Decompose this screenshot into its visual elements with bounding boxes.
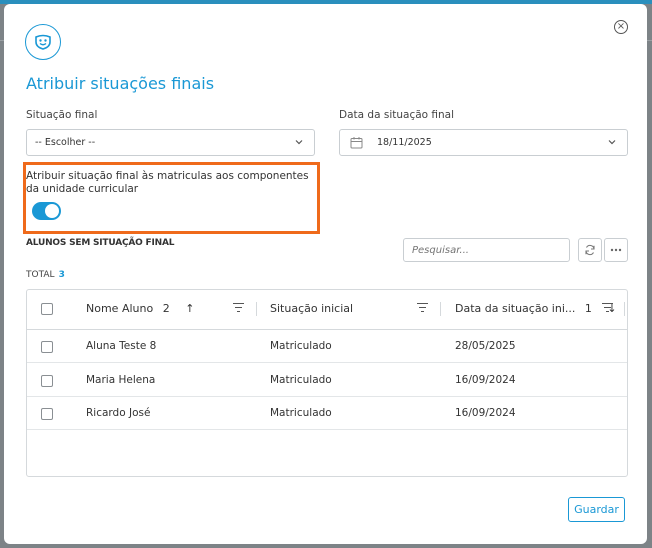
more-options-button[interactable]	[604, 238, 628, 262]
calendar-icon	[350, 137, 363, 149]
cell-situacao: Matriculado	[270, 407, 332, 419]
cell-nome: Ricardo José	[86, 407, 151, 419]
cell-situacao: Matriculado	[270, 340, 332, 352]
app-logo-icon	[25, 24, 61, 60]
total-count: TOTAL 3	[26, 270, 65, 280]
cell-nome: Maria Helena	[86, 374, 156, 386]
refresh-icon	[585, 244, 595, 256]
sort-index: 2	[162, 302, 170, 315]
sort-arrow-icon: ↑	[185, 302, 195, 315]
column-separator	[624, 302, 625, 316]
table-row[interactable]: Aluna Teste 8 Matriculado 28/05/2025	[27, 330, 627, 363]
select-all-checkbox[interactable]	[41, 303, 53, 315]
column-header-data[interactable]: Data da situação ini... 1 ↓	[455, 302, 617, 315]
cell-data: 16/09/2024	[455, 374, 516, 386]
data-situacao-final-label: Data da situação final	[339, 109, 455, 121]
modal-title: Atribuir situações finais	[26, 74, 215, 93]
toggle-label: Atribuir situação final às matriculas ao…	[26, 170, 309, 195]
column-header-nome[interactable]: Nome Aluno 2 ↑	[86, 302, 194, 315]
table-row[interactable]: Ricardo José Matriculado 16/09/2024	[27, 397, 627, 430]
toggle-knob	[45, 204, 59, 218]
data-situacao-final-field[interactable]: 18/11/2025	[339, 129, 628, 156]
chevron-down-icon	[608, 140, 616, 145]
row-checkbox[interactable]	[41, 408, 53, 420]
search-input[interactable]	[403, 238, 570, 262]
column-label: Nome Aluno	[86, 302, 154, 315]
cell-data: 28/05/2025	[455, 340, 516, 352]
section-title: ALUNOS SEM SITUAÇÃO FINAL	[26, 238, 175, 248]
situacao-final-value: -- Escolher --	[35, 137, 96, 148]
column-label: Situação inicial	[270, 302, 354, 315]
column-separator	[440, 302, 441, 316]
atribuir-componentes-toggle[interactable]	[32, 202, 61, 220]
cell-nome: Aluna Teste 8	[86, 340, 157, 352]
column-label: Data da situação ini...	[455, 302, 576, 315]
filter-icon[interactable]	[602, 303, 613, 313]
filter-icon[interactable]	[233, 303, 244, 313]
table-row[interactable]: Maria Helena Matriculado 16/09/2024	[27, 364, 627, 397]
more-icon	[610, 248, 622, 252]
row-checkbox[interactable]	[41, 341, 53, 353]
total-label: TOTAL	[26, 270, 55, 280]
modal-dialog: × Atribuir situações finais Situação fin…	[4, 4, 647, 544]
filter-icon[interactable]	[417, 303, 428, 313]
data-situacao-final-value: 18/11/2025	[377, 137, 432, 148]
cell-data: 16/09/2024	[455, 407, 516, 419]
table-header: Nome Aluno 2 ↑ Situação inicial Data da …	[27, 290, 627, 330]
close-icon[interactable]: ×	[614, 20, 628, 34]
column-separator	[256, 302, 257, 316]
guardar-button[interactable]: Guardar	[568, 497, 625, 522]
column-header-situacao[interactable]: Situação inicial	[270, 302, 353, 315]
cell-situacao: Matriculado	[270, 374, 332, 386]
situacao-final-select[interactable]: -- Escolher --	[26, 129, 315, 156]
sort-index: 1	[584, 302, 592, 315]
chevron-down-icon	[295, 140, 303, 145]
row-checkbox[interactable]	[41, 375, 53, 387]
refresh-button[interactable]	[578, 238, 602, 262]
total-value: 3	[58, 270, 65, 280]
situacao-final-label: Situação final	[26, 109, 98, 121]
students-table: Nome Aluno 2 ↑ Situação inicial Data da …	[26, 289, 628, 477]
